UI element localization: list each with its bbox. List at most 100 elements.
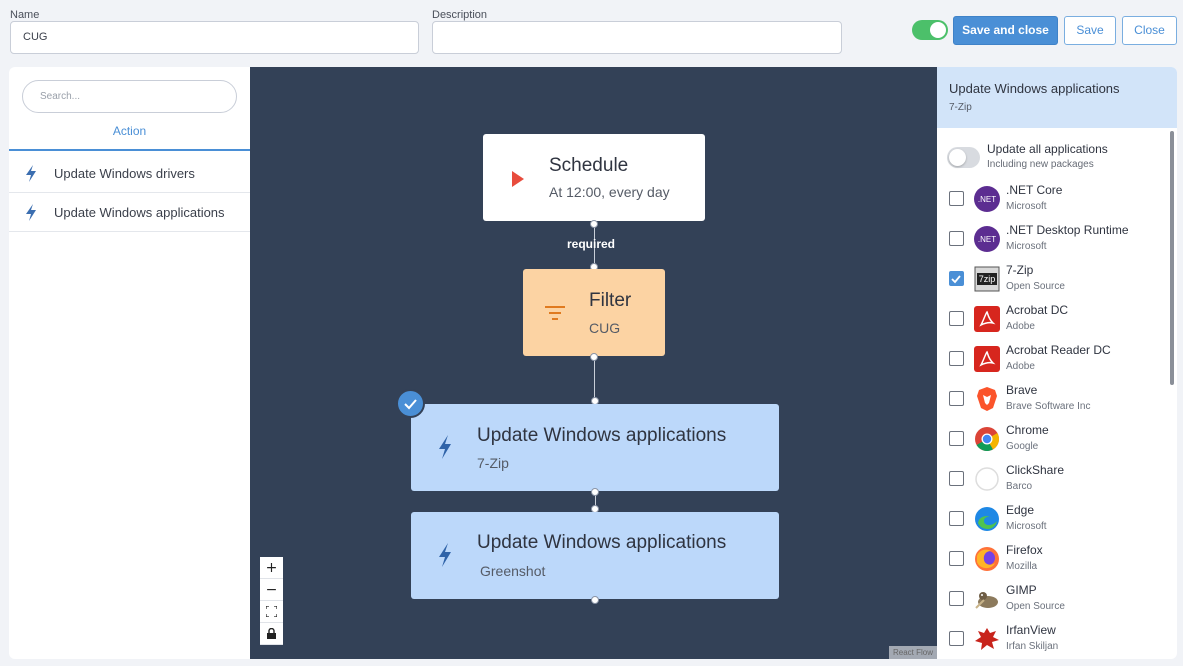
panel-title: Update Windows applications xyxy=(949,81,1120,96)
selected-check-icon xyxy=(396,389,425,418)
app-row[interactable]: GIMP Open Source xyxy=(937,580,1169,620)
app-vendor: Microsoft xyxy=(1006,521,1047,532)
panel-subtitle: 7-Zip xyxy=(949,102,972,113)
app-row[interactable]: Brave Brave Software Inc xyxy=(937,380,1169,420)
bolt-icon xyxy=(439,435,451,459)
update-all-label: Update all applications xyxy=(987,142,1108,156)
fit-view-button[interactable] xyxy=(260,601,283,623)
brave-icon xyxy=(974,386,1000,412)
checkbox[interactable] xyxy=(949,591,964,606)
app-vendor: Brave Software Inc xyxy=(1006,401,1091,412)
node-subtitle: Greenshot xyxy=(480,563,546,579)
schedule-node[interactable]: Schedule At 12:00, every day xyxy=(483,134,705,221)
close-button[interactable]: Close xyxy=(1122,16,1177,45)
description-label: Description xyxy=(432,9,488,21)
description-input[interactable] xyxy=(432,21,842,54)
app-vendor: Microsoft xyxy=(1006,241,1047,252)
flow-canvas[interactable]: required Schedule At 12:00, every day Fi… xyxy=(250,67,937,659)
react-flow-attribution[interactable]: React Flow xyxy=(888,646,937,659)
7zip-icon: 7zip xyxy=(974,266,1000,292)
action-palette: Search... Action Update Windows drivers … xyxy=(9,67,250,659)
node-title: Update Windows applications xyxy=(477,532,727,553)
node-handle[interactable] xyxy=(591,596,599,604)
app-vendor: Adobe xyxy=(1006,321,1035,332)
app-name: Acrobat Reader DC xyxy=(1006,343,1111,357)
app-name: 7-Zip xyxy=(1006,263,1034,277)
app-row[interactable]: Acrobat Reader DC Adobe xyxy=(937,340,1169,380)
app-row[interactable]: ClickShare Barco xyxy=(937,460,1169,500)
app-name: Brave xyxy=(1006,383,1038,397)
action-item-label: Update Windows drivers xyxy=(54,166,195,181)
app-row[interactable]: Chrome Google xyxy=(937,420,1169,460)
play-icon xyxy=(512,171,524,187)
app-vendor: Mozilla xyxy=(1006,561,1038,572)
node-subtitle: At 12:00, every day xyxy=(549,184,670,200)
bolt-icon xyxy=(26,204,36,221)
app-row[interactable]: .NET .NET Core Microsoft xyxy=(937,180,1169,220)
app-row[interactable]: Edge Microsoft xyxy=(937,500,1169,540)
dotnet-icon: .NET xyxy=(974,186,1000,212)
node-handle[interactable] xyxy=(590,353,598,361)
checkbox[interactable] xyxy=(949,391,964,406)
panel-header: Update Windows applications 7-Zip xyxy=(937,67,1177,128)
fit-view-icon xyxy=(265,605,278,618)
edge-label: required xyxy=(567,237,616,251)
app-name: Chrome xyxy=(1006,423,1049,437)
irfanview-icon xyxy=(974,626,1000,652)
filter-node[interactable]: Filter CUG xyxy=(523,269,665,356)
action-item-update-windows-applications[interactable]: Update Windows applications xyxy=(9,193,250,232)
name-input[interactable]: CUG xyxy=(10,21,419,54)
zoom-in-button[interactable]: + xyxy=(260,557,283,579)
bolt-icon xyxy=(26,165,36,182)
svg-text:.NET: .NET xyxy=(978,195,996,204)
enabled-toggle[interactable] xyxy=(912,20,948,40)
node-title: Filter xyxy=(589,290,632,311)
app-row[interactable]: IrfanView Irfan Skiljan xyxy=(937,620,1169,659)
app-row[interactable]: 7zip 7-Zip Open Source xyxy=(937,260,1169,300)
checkbox[interactable] xyxy=(949,511,964,526)
checkbox[interactable] xyxy=(949,311,964,326)
app-vendor: Google xyxy=(1006,441,1039,452)
toggle-knob xyxy=(930,22,946,38)
checkbox[interactable] xyxy=(949,351,964,366)
node-title: Schedule xyxy=(549,155,629,176)
node-title: Update Windows applications xyxy=(477,425,727,446)
app-name: Edge xyxy=(1006,503,1035,517)
checkbox[interactable] xyxy=(949,431,964,446)
action-node-7zip[interactable]: Update Windows applications 7-Zip xyxy=(411,404,779,491)
app-row[interactable]: Acrobat DC Adobe xyxy=(937,300,1169,340)
checkbox[interactable] xyxy=(949,471,964,486)
update-all-toggle[interactable] xyxy=(947,147,980,168)
node-handle[interactable] xyxy=(590,220,598,228)
toggle-knob xyxy=(949,149,966,166)
svg-text:7zip: 7zip xyxy=(979,274,996,284)
checkbox[interactable] xyxy=(949,231,964,246)
scrollbar[interactable] xyxy=(1170,131,1174,385)
node-handle[interactable] xyxy=(591,488,599,496)
search-input[interactable]: Search... xyxy=(22,80,237,113)
save-button[interactable]: Save xyxy=(1064,16,1116,45)
checkbox[interactable] xyxy=(949,631,964,646)
edge-icon xyxy=(974,506,1000,532)
checkbox[interactable] xyxy=(949,191,964,206)
app-name: .NET Core xyxy=(1006,183,1063,197)
action-item-label: Update Windows applications xyxy=(54,205,225,220)
app-row[interactable]: Firefox Mozilla xyxy=(937,540,1169,580)
lock-button[interactable] xyxy=(260,623,283,645)
tab-action[interactable]: Action xyxy=(9,123,250,151)
checkbox-checked[interactable] xyxy=(949,271,964,286)
acrobat-icon xyxy=(974,306,1000,332)
app-row[interactable]: .NET .NET Desktop Runtime Microsoft xyxy=(937,220,1169,260)
dotnet-icon: .NET xyxy=(974,226,1000,252)
checkbox[interactable] xyxy=(949,551,964,566)
chrome-icon xyxy=(974,426,1000,452)
app-vendor: Open Source xyxy=(1006,281,1065,292)
bolt-icon xyxy=(439,543,451,567)
app-vendor: Adobe xyxy=(1006,361,1035,372)
action-node-greenshot[interactable]: Update Windows applications Greenshot xyxy=(411,512,779,599)
save-and-close-button[interactable]: Save and close xyxy=(953,16,1058,45)
zoom-out-button[interactable]: − xyxy=(260,579,283,601)
action-item-update-windows-drivers[interactable]: Update Windows drivers xyxy=(9,154,250,193)
gimp-icon xyxy=(974,586,1000,612)
check-icon xyxy=(951,275,961,284)
